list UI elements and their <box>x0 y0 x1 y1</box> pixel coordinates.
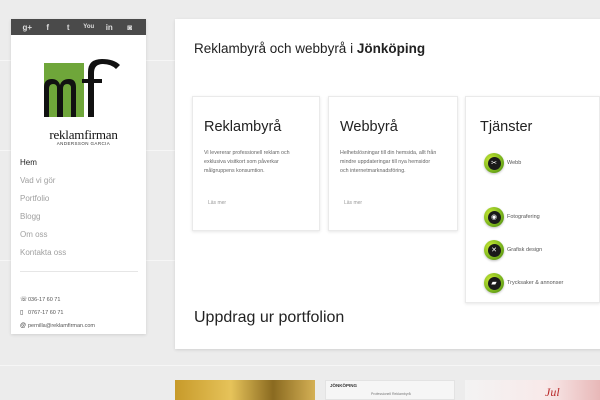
read-more-link[interactable]: Läs mer <box>344 200 362 206</box>
main-nav: Hem Vad vi gör Portfolio Blogg Om oss Ko… <box>20 154 66 262</box>
nav-item-kontakta-oss[interactable]: Kontakta oss <box>20 244 66 262</box>
tools-icon: ✂ <box>484 153 504 173</box>
thumbnail-title: Jul <box>545 385 560 399</box>
card-webbyra: Webbyrå Helhetslösningar till din hemsid… <box>328 96 458 231</box>
pencil-ruler-icon: ✕ <box>484 240 504 260</box>
card-title: Reklambyrå <box>204 119 282 135</box>
service-label: Webb <box>507 160 522 166</box>
email-link[interactable]: pernilla@reklamfirman.com <box>28 320 95 333</box>
headline-city: Jönköping <box>356 41 426 56</box>
card-text: Helhetslösningar till din hemsida, allt … <box>340 150 437 174</box>
google-plus-icon[interactable]: g+ <box>21 21 33 33</box>
contact-mobile: ▯ 0767-17 60 71 <box>20 307 95 320</box>
nav-item-om-oss[interactable]: Om oss <box>20 226 66 244</box>
thumbnail-title: JÖNKÖPING <box>330 383 358 388</box>
phone-icon: ☏ <box>20 297 28 303</box>
portfolio-thumbnail[interactable] <box>175 380 315 400</box>
services-panel: Tjänster ✂ Webb ◉ Fotografering ✕ Grafis… <box>465 96 600 303</box>
service-item-fotografering[interactable]: ◉ Fotografering <box>484 207 540 227</box>
nav-item-vad-vi-gor[interactable]: Vad vi gör <box>20 172 66 190</box>
logo-mark-icon <box>44 59 120 117</box>
nav-item-portfolio[interactable]: Portfolio <box>20 190 66 208</box>
contact-info: ☏ 036-17 60 71 ▯ 0767-17 60 71 @ pernill… <box>20 294 95 333</box>
mobile-number[interactable]: 0767-17 60 71 <box>28 307 63 320</box>
service-label: Trycksaker & annonser <box>507 280 564 286</box>
pencil-ruler-glyph: ✕ <box>487 243 501 257</box>
service-label: Grafisk design <box>507 247 543 253</box>
portfolio-thumbnail[interactable]: Jul <box>465 380 600 400</box>
logo[interactable]: reklamfirman ANDERSSON GARCIA <box>36 57 131 147</box>
social-bar: g+ f t You in ◙ <box>11 19 146 35</box>
mobile-icon: ▯ <box>20 310 24 316</box>
facebook-icon[interactable]: f <box>42 21 54 33</box>
service-item-grafisk-design[interactable]: ✕ Grafisk design <box>484 240 542 260</box>
truck-icon: ▰ <box>484 273 504 293</box>
divider <box>20 271 138 272</box>
read-more-link[interactable]: Läs mer <box>208 200 226 206</box>
service-item-webb[interactable]: ✂ Webb <box>484 153 521 173</box>
camera-glyph: ◉ <box>487 210 501 224</box>
background-texture <box>0 365 600 366</box>
portfolio-heading: Uppdrag ur portfolion <box>194 309 345 326</box>
youtube-icon[interactable]: You <box>83 21 95 33</box>
nav-item-hem[interactable]: Hem <box>20 154 66 172</box>
contact-phone: ☏ 036-17 60 71 <box>20 294 95 307</box>
service-item-trycksaker[interactable]: ▰ Trycksaker & annonser <box>484 273 563 293</box>
phone-number[interactable]: 036-17 60 71 <box>28 294 60 307</box>
service-label: Fotografering <box>507 214 540 220</box>
nav-item-blogg[interactable]: Blogg <box>20 208 66 226</box>
contact-email: @ pernilla@reklamfirman.com <box>20 320 95 333</box>
thumbnail-subtitle: Professionell Reklambyrå <box>371 392 411 396</box>
services-title: Tjänster <box>480 119 533 135</box>
at-icon: @ <box>20 323 27 329</box>
card-text: Vi levererar professionell reklam och ex… <box>204 150 290 174</box>
card-title: Webbyrå <box>340 119 398 135</box>
truck-glyph: ▰ <box>487 276 501 290</box>
twitter-icon[interactable]: t <box>62 21 74 33</box>
logo-subline: ANDERSSON GARCIA <box>56 141 111 146</box>
sidebar: g+ f t You in ◙ reklamfirman ANDERSSON G… <box>11 19 146 334</box>
card-reklambyra: Reklambyrå Vi levererar professionell re… <box>192 96 320 231</box>
headline-text: Reklambyrå och webbyrå i <box>194 41 357 56</box>
linkedin-icon[interactable]: in <box>103 21 115 33</box>
tools-glyph: ✂ <box>487 156 501 170</box>
page-headline: Reklambyrå och webbyrå i Jönköping <box>194 41 425 56</box>
camera-icon: ◉ <box>484 207 504 227</box>
instagram-icon[interactable]: ◙ <box>124 21 136 33</box>
main-panel: Reklambyrå och webbyrå i Jönköping Rekla… <box>175 19 600 349</box>
portfolio-thumbnail[interactable]: JÖNKÖPING Professionell Reklambyrå <box>325 380 455 400</box>
logo-green-square <box>44 63 84 117</box>
